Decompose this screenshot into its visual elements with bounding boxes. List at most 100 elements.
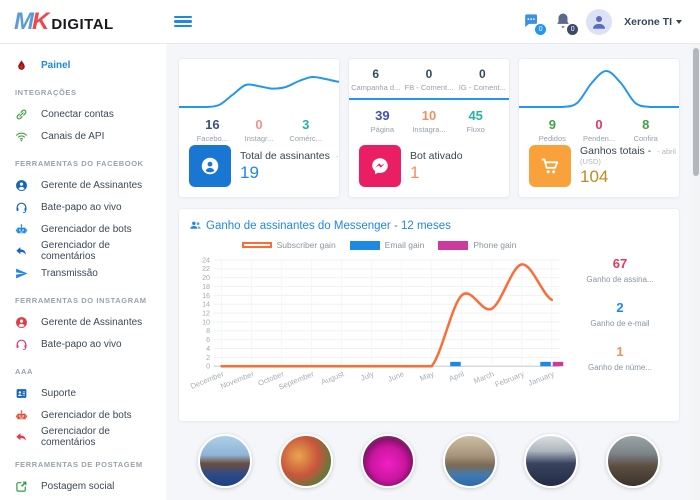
side-stat-subscriber-gain: 67Ganho de assina... xyxy=(569,256,671,284)
sidebar-item-aaa-comments[interactable]: Gerenciador de comentários xyxy=(0,426,166,448)
sidebar-item-postagem-social[interactable]: Postagem social xyxy=(0,475,166,497)
card-title: Ganhos totais - xyxy=(580,145,651,157)
top-navbar: M K DIGITAL 0 0 Xerone TI xyxy=(0,0,700,44)
svg-text:10: 10 xyxy=(202,318,210,326)
subscriber-avatar[interactable] xyxy=(198,434,252,488)
wifi-icon xyxy=(15,130,28,143)
card-bot: 6Campanha d... 0FB - Coment... 0IG - Com… xyxy=(348,58,510,198)
sidebar: Painel INTEGRAÇÕES Conectar contas Canai… xyxy=(0,44,166,500)
earnings-total: 104 xyxy=(580,167,669,187)
messenger-icon xyxy=(369,155,391,177)
legend-item[interactable]: Subscriber gain xyxy=(242,240,336,250)
card-subtitle: - abril xyxy=(336,152,340,161)
earnings-tile-icon xyxy=(529,145,571,187)
stat-pendentes: 0Penden... xyxy=(576,117,623,143)
send-icon xyxy=(15,267,28,280)
svg-text:4: 4 xyxy=(206,345,210,353)
main-content: 16Facebo... 0Instagr... 3Comérc... Total… xyxy=(166,44,692,500)
subscribers-sparkline xyxy=(179,59,339,115)
user-menu[interactable]: Xerone TI xyxy=(624,16,682,28)
section-integracoes: INTEGRAÇÕES xyxy=(0,76,166,103)
id-card-icon xyxy=(15,387,28,400)
currency-label: (USD) xyxy=(580,157,669,166)
earnings-sparkline xyxy=(519,59,679,115)
headset-icon xyxy=(15,201,28,214)
reply-icon xyxy=(15,245,28,258)
sidebar-item-fb-gerente[interactable]: Gerente de Assinantes xyxy=(0,174,166,196)
sidebar-item-fb-bots[interactable]: Gerenciador de bots xyxy=(0,218,166,240)
messenger-gain-chart: 024681012141618202224DecemberNovemberOct… xyxy=(189,252,569,402)
user-avatar[interactable] xyxy=(586,9,612,35)
stat-fluxo: 45Fluxo xyxy=(452,108,499,134)
side-stat-email-gain: 2Ganho de e-mail xyxy=(569,300,671,328)
app-logo: M K DIGITAL xyxy=(0,8,166,36)
svg-text:May: May xyxy=(419,369,436,383)
stat-comercio: 3Comérc... xyxy=(282,117,329,143)
subscriber-avatar[interactable] xyxy=(524,434,578,488)
card-title: Bot ativado xyxy=(410,150,463,162)
svg-text:14: 14 xyxy=(202,301,210,309)
link-icon xyxy=(15,108,28,121)
sidebar-item-painel[interactable]: Painel xyxy=(0,54,166,76)
svg-text:22: 22 xyxy=(202,265,210,273)
legend-item[interactable]: Phone gain xyxy=(438,240,516,250)
cart-icon xyxy=(539,155,561,177)
card-subtitle: - abril xyxy=(657,147,676,156)
hamburger-icon[interactable] xyxy=(174,16,192,28)
legend-swatch xyxy=(242,242,272,248)
svg-text:8: 8 xyxy=(206,327,210,335)
robot-icon xyxy=(15,223,28,236)
sidebar-item-canais-api[interactable]: Canais de API xyxy=(0,125,166,147)
bell-icon[interactable]: 0 xyxy=(554,12,574,32)
section-postagem: FERRAMENTAS DE POSTAGEM xyxy=(0,448,166,475)
chart-legend: Subscriber gain Email gain Phone gain xyxy=(189,238,569,252)
svg-text:12: 12 xyxy=(202,310,210,318)
stat-instagram2: 10Instagra... xyxy=(406,108,453,134)
sidebar-item-fb-comments[interactable]: Gerenciador de comentários xyxy=(0,240,166,262)
subscriber-avatar[interactable] xyxy=(606,434,660,488)
svg-text:March: March xyxy=(472,369,495,385)
section-instagram: FERRAMENTAS DO INSTAGRAM xyxy=(0,284,166,311)
logo-m: M xyxy=(14,8,32,36)
sidebar-item-conectar-contas[interactable]: Conectar contas xyxy=(0,103,166,125)
subscribers-tile-icon xyxy=(189,145,231,187)
stat-instagram: 0Instagr... xyxy=(236,117,283,143)
page-scrollbar xyxy=(692,44,700,500)
card-subscribers: 16Facebo... 0Instagr... 3Comérc... Total… xyxy=(178,58,340,198)
svg-text:November: November xyxy=(219,369,255,391)
svg-text:April: April xyxy=(448,369,466,383)
sidebar-item-ig-gerente[interactable]: Gerente de Assinantes xyxy=(0,311,166,333)
legend-item[interactable]: Email gain xyxy=(350,240,425,250)
scrollbar-thumb[interactable] xyxy=(693,48,699,176)
sidebar-item-fb-chat[interactable]: Bate-papo ao vivo xyxy=(0,196,166,218)
svg-text:6: 6 xyxy=(206,336,210,344)
stat-facebook: 16Facebo... xyxy=(189,117,236,143)
sidebar-item-transmissao[interactable]: Transmissão xyxy=(0,262,166,284)
bell-badge: 0 xyxy=(567,24,578,35)
reply-icon xyxy=(15,431,28,444)
user-circle-icon xyxy=(15,316,28,329)
legend-label: Email gain xyxy=(385,240,425,250)
legend-label: Subscriber gain xyxy=(277,240,336,250)
svg-text:February: February xyxy=(494,369,526,389)
chat-icon[interactable]: 0 xyxy=(522,12,542,32)
subscriber-avatar[interactable] xyxy=(361,434,415,488)
svg-text:20: 20 xyxy=(202,274,210,282)
sidebar-item-aaa-bots[interactable]: Gerenciador de bots xyxy=(0,404,166,426)
section-aaa: AAA xyxy=(0,355,166,382)
legend-label: Phone gain xyxy=(473,240,516,250)
logo-text: DIGITAL xyxy=(51,16,113,33)
sidebar-item-ig-chat[interactable]: Bate-papo ao vivo xyxy=(0,333,166,355)
logo-k: K xyxy=(32,8,49,36)
stat-ig-comment: 0IG - Coment... xyxy=(456,67,509,92)
stat-confira: 8Confira xyxy=(622,117,669,143)
recent-subscribers-row xyxy=(178,434,680,488)
subscriber-avatar[interactable] xyxy=(443,434,497,488)
svg-text:16: 16 xyxy=(202,292,210,300)
subscribers-total: 19 xyxy=(240,163,340,183)
sidebar-item-suporte[interactable]: Suporte xyxy=(0,382,166,404)
stat-pagina: 39Página xyxy=(359,108,406,134)
subscriber-avatar[interactable] xyxy=(279,434,333,488)
bot-tile-icon xyxy=(359,145,401,187)
stat-campanha: 6Campanha d... xyxy=(349,67,402,92)
